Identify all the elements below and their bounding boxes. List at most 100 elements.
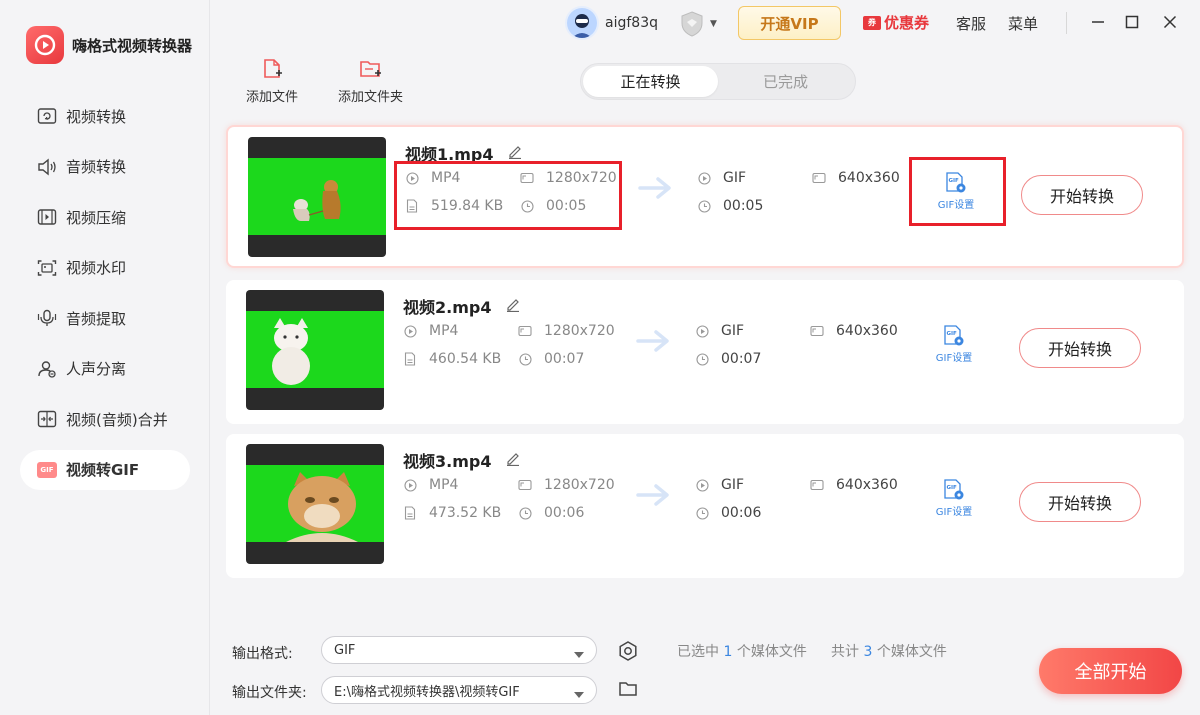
source-duration: 00:06 — [518, 505, 584, 521]
gif-icon: GIF — [36, 459, 58, 481]
add-file-icon — [264, 59, 282, 78]
file-name: 视频3.mp4 — [403, 448, 521, 472]
resolution-icon — [518, 324, 532, 338]
resolution-icon — [812, 171, 826, 185]
add-folder-icon — [359, 61, 381, 77]
membership-shield[interactable]: ▼ — [678, 10, 717, 38]
coupon-label: 优惠券 — [884, 14, 930, 32]
sidebar-item-label: 音频转换 — [66, 158, 127, 176]
sidebar-item-vocal-separate[interactable]: 人声分离 — [20, 349, 190, 389]
start-convert-button[interactable]: 开始转换 — [1021, 175, 1143, 215]
output-format-value: GIF — [334, 642, 356, 658]
sidebar-item-video-compress[interactable]: 视频压缩 — [20, 197, 190, 237]
close-button[interactable] — [1160, 12, 1180, 32]
coupon-button[interactable]: 券 优惠券 — [863, 12, 929, 33]
sidebar-item-audio-convert[interactable]: 音频转换 — [20, 147, 190, 187]
start-convert-button[interactable]: 开始转换 — [1019, 328, 1141, 368]
selected-count-status: 已选中 1 个媒体文件 — [677, 644, 807, 660]
gif-settings-icon: GIF — [944, 325, 964, 346]
rename-icon[interactable] — [507, 143, 523, 163]
audio-convert-icon — [36, 156, 58, 178]
format-icon — [697, 171, 711, 185]
maximize-icon — [1125, 15, 1139, 29]
source-format: MP4 — [403, 477, 458, 493]
add-folder-button[interactable]: 添加文件夹 — [338, 58, 403, 105]
video-thumbnail — [246, 290, 384, 410]
title-bar: aigf83q ▼ 开通VIP 券 优惠券 客服 菜单 — [210, 0, 1200, 48]
vocal-separate-icon — [36, 358, 58, 380]
customer-service-button[interactable]: 客服 — [956, 13, 986, 34]
rename-icon[interactable] — [505, 450, 521, 470]
file-row[interactable]: 视频2.mp4 MP4 1280x720 460.54 KB 00:07 GIF… — [226, 280, 1184, 424]
folder-icon — [619, 682, 637, 696]
arrow-right-icon — [638, 175, 674, 205]
open-vip-button[interactable]: 开通VIP — [738, 6, 841, 40]
minimize-button[interactable] — [1088, 12, 1108, 32]
audio-extract-icon — [36, 307, 58, 329]
arrow-right-icon — [636, 482, 672, 512]
add-folder-label: 添加文件夹 — [338, 90, 404, 105]
file-size-icon — [403, 352, 417, 366]
close-icon — [1163, 15, 1177, 29]
output-format: GIF — [695, 323, 744, 339]
tab-completed[interactable]: 已完成 — [718, 66, 853, 97]
clock-icon — [697, 199, 711, 213]
highlight-box — [394, 161, 622, 230]
user-account[interactable]: aigf83q — [565, 6, 658, 40]
resolution-icon — [518, 478, 532, 492]
add-file-label: 添加文件 — [246, 90, 299, 105]
output-folder-select[interactable]: E:\嗨格式视频转换器\视频转GIF — [321, 676, 597, 704]
gif-settings-button[interactable]: GIF GIF设置 — [934, 324, 974, 364]
output-duration: 00:06 — [695, 505, 761, 521]
output-resolution: 640x360 — [810, 477, 898, 493]
sidebar-item-merge[interactable]: 视频(音频)合并 — [20, 399, 190, 439]
file-name: 视频2.mp4 — [403, 294, 521, 318]
format-settings-button[interactable] — [617, 640, 639, 666]
output-folder-value: E:\嗨格式视频转换器\视频转GIF — [334, 684, 520, 700]
sidebar-item-label: 音频提取 — [66, 309, 127, 328]
tab-converting[interactable]: 正在转换 — [583, 66, 718, 97]
format-icon — [403, 324, 417, 338]
output-format: GIF — [695, 477, 744, 493]
clock-icon — [695, 352, 709, 366]
source-resolution: 1280x720 — [518, 323, 615, 339]
maximize-button[interactable] — [1122, 12, 1142, 32]
format-icon — [695, 478, 709, 492]
sidebar-item-audio-extract[interactable]: 音频提取 — [20, 298, 190, 338]
sidebar-item-label: 视频水印 — [66, 259, 127, 277]
source-duration: 00:07 — [518, 351, 584, 367]
chevron-down-icon — [574, 687, 584, 702]
rename-icon[interactable] — [505, 296, 521, 316]
output-resolution: 640x360 — [812, 170, 900, 186]
source-resolution: 1280x720 — [518, 477, 615, 493]
format-icon — [695, 324, 709, 338]
sidebar-item-video-to-gif[interactable]: GIF 视频转GIF — [20, 449, 190, 490]
sidebar-item-label: 视频转换 — [66, 107, 127, 126]
file-row[interactable]: 视频1.mp4 MP4 1280x720 519.84 KB 00:05 GIF… — [226, 125, 1184, 268]
start-convert-button[interactable]: 开始转换 — [1019, 482, 1141, 522]
open-folder-button[interactable] — [618, 680, 638, 702]
menu-button[interactable]: 菜单 — [1008, 13, 1038, 34]
video-compress-icon — [36, 206, 58, 228]
video-watermark-icon — [36, 257, 58, 279]
sidebar-item-label: 视频压缩 — [66, 208, 127, 227]
chevron-down-icon — [574, 647, 584, 662]
output-format-select[interactable]: GIF — [321, 636, 597, 664]
resolution-icon — [810, 324, 824, 338]
gif-chip: GIF — [947, 331, 958, 337]
file-row[interactable]: 视频3.mp4 MP4 1280x720 473.52 KB 00:06 GIF… — [226, 434, 1184, 578]
selected-count: 1 — [723, 644, 733, 660]
output-resolution: 640x360 — [810, 323, 898, 339]
output-format-label: 输出格式: — [232, 646, 293, 662]
gear-icon — [619, 641, 637, 661]
source-size: 460.54 KB — [403, 351, 501, 367]
start-all-button[interactable]: 全部开始 — [1039, 648, 1182, 694]
format-icon — [403, 478, 417, 492]
add-file-button[interactable]: 添加文件 — [246, 58, 298, 105]
output-folder-label: 输出文件夹: — [232, 685, 307, 701]
sidebar-item-video-convert[interactable]: 视频转换 — [20, 96, 190, 136]
file-size-icon — [403, 506, 417, 520]
sidebar-item-video-watermark[interactable]: 视频水印 — [20, 248, 190, 288]
avatar[interactable] — [565, 6, 599, 40]
gif-settings-button[interactable]: GIF GIF设置 — [934, 478, 974, 518]
